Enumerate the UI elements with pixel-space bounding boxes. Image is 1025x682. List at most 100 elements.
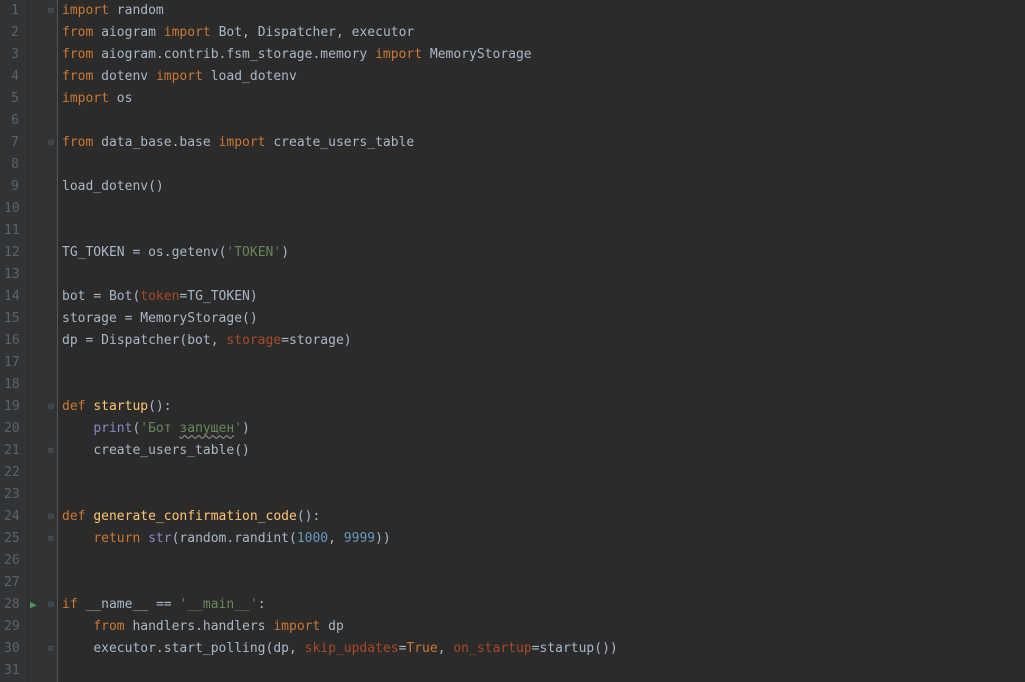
code-line[interactable]: return str(random.randint(1000, 9999)) <box>62 528 1025 550</box>
line-number: 6 <box>4 110 19 132</box>
code-line[interactable]: storage = MemoryStorage() <box>62 308 1025 330</box>
line-number: 24 <box>4 506 19 528</box>
line-number: 29 <box>4 616 19 638</box>
code-token: create_users_table <box>93 443 234 458</box>
gutter-icons-column: ▶ <box>28 0 44 682</box>
code-token: ' <box>234 421 242 436</box>
code-token: data_base.base <box>101 135 211 150</box>
line-number: 16 <box>4 330 19 352</box>
code-token: handlers.handlers <box>132 619 265 634</box>
code-line[interactable]: executor.start_polling(dp, skip_updates=… <box>62 638 1025 660</box>
code-token: import <box>375 47 422 62</box>
code-token <box>297 641 305 656</box>
fold-collapse-icon[interactable]: ⊟ <box>46 396 56 418</box>
line-number: 19 <box>4 396 19 418</box>
code-token: os <box>117 91 133 106</box>
code-token <box>93 47 101 62</box>
code-token: from <box>62 25 93 40</box>
code-line[interactable]: from aiogram import Bot, Dispatcher, exe… <box>62 22 1025 44</box>
code-token: startup <box>539 641 594 656</box>
code-token: TG_TOKEN <box>62 245 132 260</box>
code-token: ( <box>289 531 297 546</box>
code-token <box>320 619 328 634</box>
code-line[interactable] <box>62 198 1025 220</box>
code-token: skip_updates <box>305 641 399 656</box>
code-token: , <box>328 531 336 546</box>
code-token: : <box>258 597 266 612</box>
code-token: from <box>93 619 124 634</box>
code-token: import <box>62 3 109 18</box>
run-icon[interactable]: ▶ <box>30 594 37 616</box>
line-number: 9 <box>4 176 19 198</box>
code-editor[interactable]: 1234567891011121314151617181920212223242… <box>0 0 1025 682</box>
code-token: MemoryStorage <box>132 311 242 326</box>
code-line[interactable]: if __name__ == '__main__': <box>62 594 1025 616</box>
code-token: ) <box>281 245 289 260</box>
code-line[interactable]: from aiogram.contrib.fsm_storage.memory … <box>62 44 1025 66</box>
code-line[interactable] <box>62 660 1025 682</box>
code-token <box>93 25 101 40</box>
line-number: 11 <box>4 220 19 242</box>
code-token: dp <box>273 641 289 656</box>
fold-collapse-icon[interactable]: ⊟ <box>46 132 56 154</box>
line-number: 21 <box>4 440 19 462</box>
code-area[interactable]: import randomfrom aiogram import Bot, Di… <box>58 0 1025 682</box>
code-token: Dispatcher <box>258 25 336 40</box>
code-token <box>62 619 93 634</box>
line-number: 1 <box>4 0 19 22</box>
code-token: return <box>93 531 140 546</box>
code-line[interactable]: def startup(): <box>62 396 1025 418</box>
line-number: 7 <box>4 132 19 154</box>
code-token: запущен <box>179 421 234 436</box>
code-token <box>62 443 93 458</box>
line-number: 26 <box>4 550 19 572</box>
code-token <box>140 531 148 546</box>
fold-collapse-icon[interactable]: ⊟ <box>46 594 56 616</box>
code-line[interactable]: from data_base.base import create_users_… <box>62 132 1025 154</box>
code-token: random <box>117 3 164 18</box>
code-token: if <box>62 597 78 612</box>
code-line[interactable]: from dotenv import load_dotenv <box>62 66 1025 88</box>
code-line[interactable] <box>62 484 1025 506</box>
line-number: 30 <box>4 638 19 660</box>
code-line[interactable]: bot = Bot(token=TG_TOKEN) <box>62 286 1025 308</box>
code-line[interactable]: def generate_confirmation_code(): <box>62 506 1025 528</box>
code-line[interactable] <box>62 462 1025 484</box>
code-token: () <box>234 443 250 458</box>
code-line[interactable] <box>62 264 1025 286</box>
fold-end-icon[interactable]: ⊡ <box>46 440 56 462</box>
code-line[interactable]: TG_TOKEN = os.getenv('TOKEN') <box>62 242 1025 264</box>
code-line[interactable]: print('Бот запущен') <box>62 418 1025 440</box>
code-line[interactable]: import random <box>62 0 1025 22</box>
code-line[interactable] <box>62 220 1025 242</box>
code-token: import <box>164 25 211 40</box>
code-line[interactable]: dp = Dispatcher(bot, storage=storage) <box>62 330 1025 352</box>
code-line[interactable]: load_dotenv() <box>62 176 1025 198</box>
code-token <box>62 641 93 656</box>
code-token: , <box>336 25 344 40</box>
code-line[interactable]: import os <box>62 88 1025 110</box>
code-line[interactable]: create_users_table() <box>62 440 1025 462</box>
code-token <box>93 69 101 84</box>
code-token: dp <box>328 619 344 634</box>
line-number: 14 <box>4 286 19 308</box>
code-line[interactable] <box>62 110 1025 132</box>
code-token: ) <box>242 421 250 436</box>
fold-collapse-icon[interactable]: ⊟ <box>46 0 56 22</box>
code-line[interactable] <box>62 374 1025 396</box>
code-token: aiogram <box>101 25 156 40</box>
code-token <box>93 135 101 150</box>
code-token <box>211 135 219 150</box>
code-line[interactable]: from handlers.handlers import dp <box>62 616 1025 638</box>
fold-end-icon[interactable]: ⊡ <box>46 638 56 660</box>
code-token: generate_confirmation_code <box>93 509 297 524</box>
code-line[interactable] <box>62 572 1025 594</box>
code-line[interactable] <box>62 352 1025 374</box>
fold-collapse-icon[interactable]: ⊟ <box>46 506 56 528</box>
code-line[interactable] <box>62 550 1025 572</box>
code-line[interactable] <box>62 154 1025 176</box>
code-token: MemoryStorage <box>430 47 532 62</box>
code-token: dp <box>62 333 85 348</box>
fold-end-icon[interactable]: ⊡ <box>46 528 56 550</box>
line-number: 10 <box>4 198 19 220</box>
